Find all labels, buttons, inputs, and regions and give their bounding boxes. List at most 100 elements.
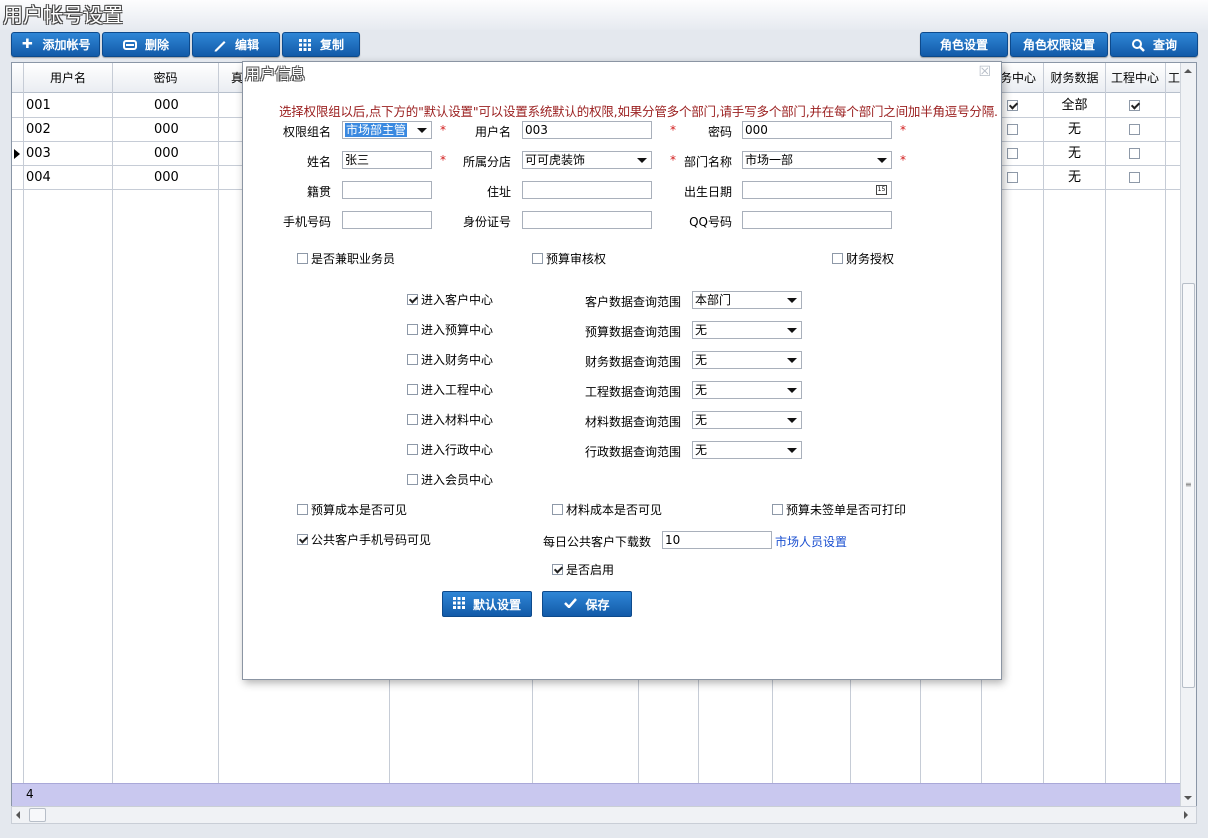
enabled-checkbox[interactable]: 是否启用 xyxy=(552,561,662,578)
delete-button[interactable]: 删除 xyxy=(102,32,190,57)
checkbox-icon[interactable] xyxy=(832,253,843,264)
cell-engineering-center[interactable] xyxy=(1129,166,1140,190)
qq-input[interactable] xyxy=(742,211,892,229)
scope-select[interactable]: 无 xyxy=(692,381,802,399)
scope-select[interactable]: 无 xyxy=(692,351,802,369)
scope-select[interactable]: 无 xyxy=(692,321,802,339)
cell-finance-center[interactable] xyxy=(1007,166,1018,190)
center-checkbox[interactable]: 进入预算中心 xyxy=(407,321,497,338)
col-engineering-center[interactable]: 工程中心 xyxy=(1106,63,1164,93)
cell-username[interactable]: 002 xyxy=(26,118,51,142)
cell-username[interactable]: 001 xyxy=(26,94,51,118)
checkbox-icon[interactable] xyxy=(407,474,418,485)
cell-password[interactable]: 000 xyxy=(154,94,179,118)
col-password[interactable]: 密码 xyxy=(113,63,218,93)
col-finance-center[interactable]: 务中心 xyxy=(1000,63,1042,93)
cell-finance-data[interactable]: 无 xyxy=(1044,142,1105,166)
add-account-button[interactable]: ✚ 添加帐号 xyxy=(11,32,100,57)
cell-password[interactable]: 000 xyxy=(154,142,179,166)
checkbox-icon[interactable] xyxy=(407,294,418,305)
material-cost-checkbox[interactable]: 材料成本是否可见 xyxy=(552,501,702,518)
cell-password[interactable]: 000 xyxy=(154,166,179,190)
dept-select[interactable]: 市场一部 xyxy=(742,151,892,169)
role-permission-button[interactable]: 角色权限设置 xyxy=(1010,32,1108,57)
address-input[interactable] xyxy=(522,181,652,199)
username-input[interactable]: 003 xyxy=(522,121,652,139)
center-checkbox[interactable]: 进入工程中心 xyxy=(407,381,497,398)
close-icon[interactable]: ☒ xyxy=(978,64,991,80)
native-input[interactable] xyxy=(342,181,432,199)
scroll-down-icon[interactable] xyxy=(1184,796,1192,800)
budget-cost-checkbox[interactable]: 预算成本是否可见 xyxy=(297,501,432,518)
center-checkbox[interactable]: 进入客户中心 xyxy=(407,291,497,308)
member-center-checkbox[interactable]: 进入会员中心 xyxy=(407,471,527,488)
parttime-checkbox[interactable]: 是否兼职业务员 xyxy=(297,250,422,267)
cell-engineering-center[interactable] xyxy=(1129,94,1140,118)
center-checkbox[interactable]: 进入行政中心 xyxy=(407,441,497,458)
mobile-input[interactable] xyxy=(342,211,432,229)
scope-select[interactable]: 无 xyxy=(692,441,802,459)
cell-finance-center[interactable] xyxy=(1007,142,1018,166)
market-staff-link[interactable]: 市场人员设置 xyxy=(775,533,847,550)
hscroll-thumb[interactable] xyxy=(29,808,46,822)
col-more[interactable]: 工 xyxy=(1168,63,1180,93)
cell-finance-data[interactable]: 无 xyxy=(1044,118,1105,142)
birth-date-input[interactable]: 15 xyxy=(742,181,892,199)
cell-password[interactable]: 000 xyxy=(154,118,179,142)
checkbox-icon[interactable] xyxy=(297,253,308,264)
center-checkbox[interactable]: 进入财务中心 xyxy=(407,351,497,368)
checkbox-icon[interactable] xyxy=(1007,100,1018,111)
copy-button[interactable]: 复制 xyxy=(282,32,360,57)
checkbox-icon[interactable] xyxy=(1007,124,1018,135)
cell-username[interactable]: 004 xyxy=(26,166,51,190)
checkbox-icon[interactable] xyxy=(407,384,418,395)
checkbox-icon[interactable] xyxy=(297,504,308,515)
checkbox-icon[interactable] xyxy=(407,354,418,365)
checkbox-icon[interactable] xyxy=(1129,124,1140,135)
checkbox-icon[interactable] xyxy=(407,324,418,335)
checkbox-icon[interactable] xyxy=(552,504,563,515)
scroll-left-icon[interactable] xyxy=(16,811,20,819)
scroll-thumb[interactable]: ≡ xyxy=(1182,283,1195,688)
cell-finance-center[interactable] xyxy=(1007,94,1018,118)
unsigned-print-checkbox[interactable]: 预算未签单是否可打印 xyxy=(772,501,932,518)
cell-engineering-center[interactable] xyxy=(1129,142,1140,166)
scope-select[interactable]: 无 xyxy=(692,411,802,429)
budget-audit-checkbox[interactable]: 预算审核权 xyxy=(532,250,637,267)
public-mobile-checkbox[interactable]: 公共客户手机号码可见 xyxy=(297,531,462,548)
query-button[interactable]: 查询 xyxy=(1110,32,1198,57)
calendar-icon[interactable]: 15 xyxy=(876,185,887,195)
checkbox-icon[interactable] xyxy=(772,504,783,515)
vertical-scrollbar[interactable]: ≡ xyxy=(1180,63,1196,806)
perm-group-select[interactable]: 市场部主管 xyxy=(342,121,432,139)
checkbox-icon[interactable] xyxy=(1129,100,1140,111)
scope-select[interactable]: 本部门 xyxy=(692,291,802,309)
name-input[interactable]: 张三 xyxy=(342,151,432,169)
edit-button[interactable]: 编辑 xyxy=(192,32,280,57)
checkbox-icon[interactable] xyxy=(407,414,418,425)
scroll-up-icon[interactable] xyxy=(1184,69,1192,73)
col-username[interactable]: 用户名 xyxy=(24,63,112,93)
checkbox-icon[interactable] xyxy=(1007,172,1018,183)
cell-engineering-center[interactable] xyxy=(1129,118,1140,142)
col-finance-data[interactable]: 财务数据 xyxy=(1044,63,1105,93)
checkbox-icon[interactable] xyxy=(1129,172,1140,183)
daily-download-input[interactable]: 10 xyxy=(662,531,772,549)
checkbox-icon[interactable] xyxy=(532,253,543,264)
role-settings-button[interactable]: 角色设置 xyxy=(920,32,1008,57)
cell-username[interactable]: 003 xyxy=(26,142,51,166)
checkbox-icon[interactable] xyxy=(1007,148,1018,159)
cell-finance-data[interactable]: 全部 xyxy=(1044,94,1105,118)
cell-finance-data[interactable]: 无 xyxy=(1044,166,1105,190)
save-button[interactable]: 保存 xyxy=(542,591,632,617)
checkbox-icon[interactable] xyxy=(297,534,308,545)
idcard-input[interactable] xyxy=(522,211,652,229)
branch-select[interactable]: 可可虎装饰 xyxy=(522,151,652,169)
finance-auth-checkbox[interactable]: 财务授权 xyxy=(832,250,907,267)
cell-finance-center[interactable] xyxy=(1007,118,1018,142)
horizontal-scrollbar[interactable] xyxy=(11,806,1197,824)
password-input[interactable]: 000 xyxy=(742,121,892,139)
default-settings-button[interactable]: 默认设置 xyxy=(442,591,532,617)
checkbox-icon[interactable] xyxy=(1129,148,1140,159)
checkbox-icon[interactable] xyxy=(552,564,563,575)
